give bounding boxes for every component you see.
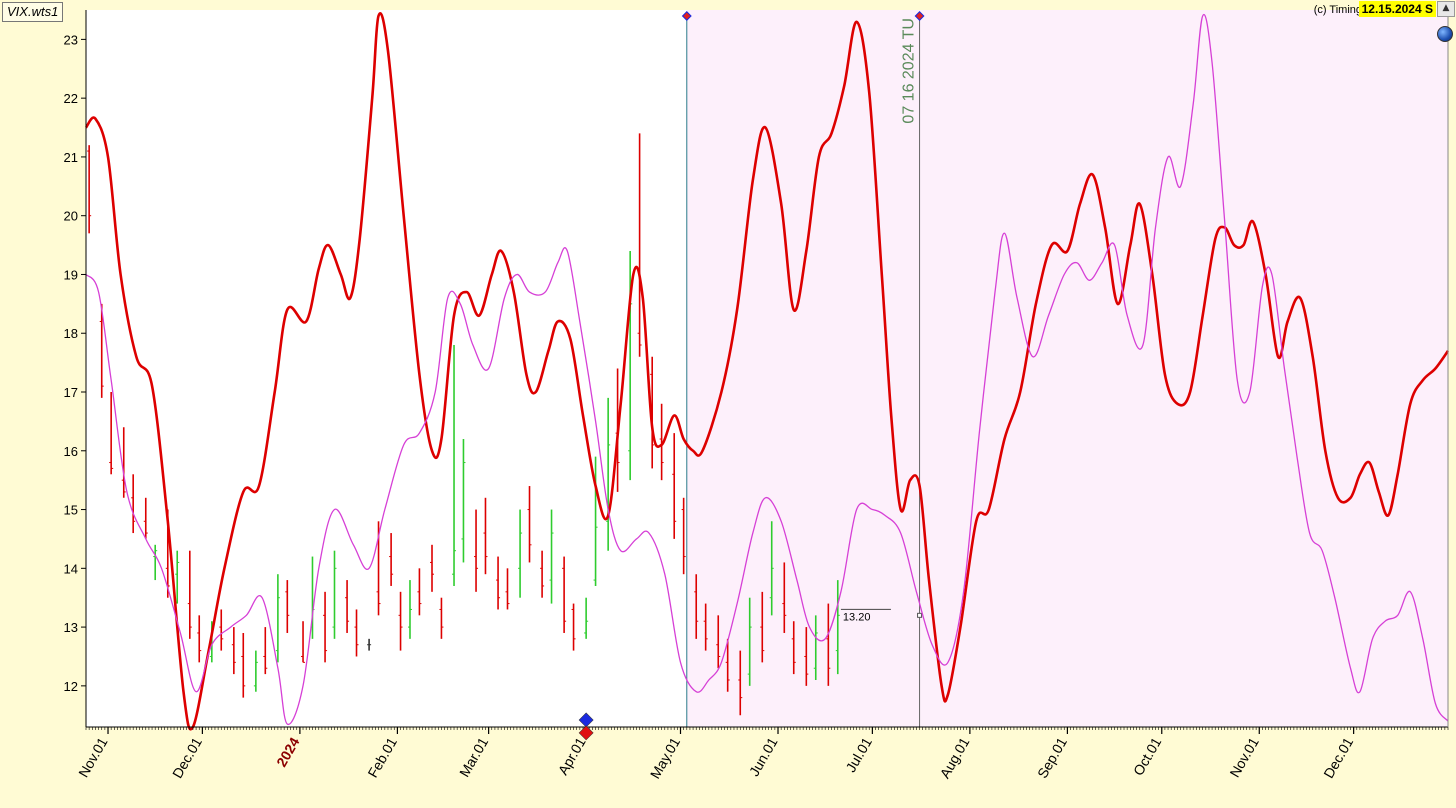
marker-date-label: 07 16 2024 TU [901, 18, 918, 124]
x-tick-label: Dec.01 [1320, 734, 1356, 781]
x-tick-label: Nov.01 [1226, 734, 1262, 780]
x-tick-label: Dec.01 [169, 734, 205, 781]
vix-chart: 07 16 2024 TU 12 13 14 15 16 17 18 19 20 21 22 23 No… [64, 10, 1450, 781]
y-tick-label: 13 [64, 620, 78, 635]
x-tick-label: Nov.01 [75, 734, 111, 780]
diamond-marker [578, 725, 594, 741]
y-tick-label: 17 [64, 385, 78, 400]
x-tick-label: Aug.01 [936, 734, 972, 781]
symbol-label: VIX.wts1 [2, 2, 64, 22]
last-price-label: 13.20 [843, 611, 871, 623]
copyright-text: (c) Timing [1313, 4, 1362, 16]
x-tick-label: Feb.01 [364, 734, 400, 780]
y-tick-label: 20 [64, 209, 78, 224]
y-tick-label: 18 [64, 326, 78, 341]
y-tick-label: 16 [64, 444, 78, 459]
forecast-region [686, 10, 1448, 727]
y-tick-label: 19 [64, 267, 78, 282]
x-tick-label: 2024 [273, 734, 303, 769]
y-tick-label: 14 [64, 561, 78, 576]
y-tick-label: 21 [64, 150, 78, 165]
x-tick-label: Oct.01 [1130, 734, 1165, 778]
y-tick-label: 15 [64, 503, 78, 518]
y-tick-label: 12 [64, 679, 78, 694]
x-tick-label: Apr.01 [555, 734, 589, 777]
x-tick-label: Jul.01 [842, 734, 875, 775]
scroll-up-icon[interactable]: ▲ [1437, 1, 1455, 17]
date-badge: 12.15.2024 S [1358, 1, 1436, 17]
x-tick-label: Jun.01 [746, 734, 781, 779]
y-tick-label: 22 [64, 91, 78, 106]
marker-handle [917, 612, 923, 618]
chart-window: 07 16 2024 TU 12 13 14 15 16 17 18 19 20 21 22 23 No… [0, 0, 1456, 808]
x-tick-label: May.01 [647, 734, 683, 781]
globe-icon[interactable] [1437, 26, 1453, 42]
x-tick-label: Mar.01 [456, 734, 491, 779]
plot-background [86, 10, 1448, 727]
x-tick-label: Sep.01 [1034, 734, 1070, 781]
y-tick-label: 23 [64, 32, 78, 47]
